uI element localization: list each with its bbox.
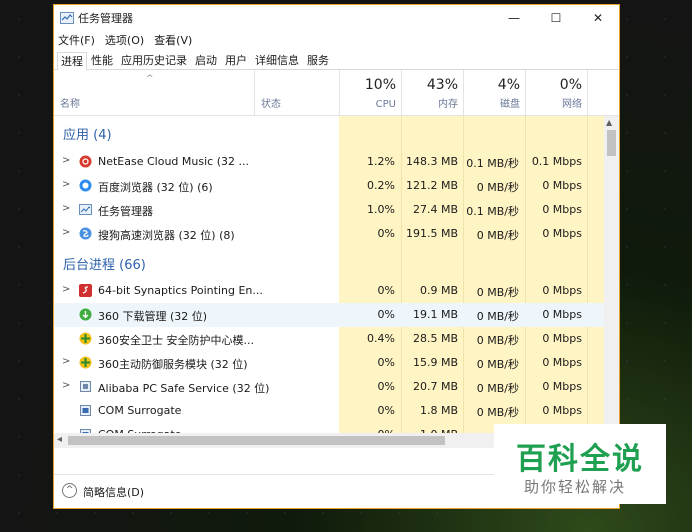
sogou-browser-icon [79,227,92,240]
360-safe-icon [79,332,92,345]
menu-view[interactable]: 查看(V) [154,32,192,48]
task-manager-icon [60,12,74,24]
synaptics-icon [79,284,92,297]
minimize-button[interactable]: — [493,5,535,31]
expand-chevron-icon[interactable]: > [62,179,70,190]
process-list: 应用 (4) > NetEase Cloud Music (32 ... 1.2… [54,116,619,448]
horizontal-scroll-thumb[interactable] [68,436,445,445]
table-row[interactable]: 360安全卫士 安全防护中心模... 0.4% 28.5 MB 0 MB/秒 0… [54,327,606,351]
chevron-up-icon[interactable]: ^ [62,483,77,498]
tab-strip: 进程 性能 应用历史记录 启动 用户 详细信息 服务 [54,49,619,70]
table-row[interactable]: 360 下载管理 (32 位) 0% 19.1 MB 0 MB/秒 0 Mbps [54,303,606,327]
watermark-logo: 百科全说 助你轻松解决 [494,424,666,504]
table-row[interactable]: > 360主动防御服务模块 (32 位) 0% 15.9 MB 0 MB/秒 0… [54,351,606,375]
alibaba-safe-icon [80,381,91,392]
column-header: ^ 名称 状态 10% CPU 43% 内存 4% 磁盘 0% 网络 [54,70,619,116]
scroll-up-icon[interactable]: ▲ [606,118,612,127]
expand-chevron-icon[interactable]: > [62,155,70,166]
sort-caret-icon: ^ [146,74,154,84]
tab-users[interactable]: 用户 [221,51,251,69]
group-header-apps[interactable]: 应用 (4) [54,116,606,143]
task-manager-icon [79,204,92,215]
scroll-left-icon[interactable]: ◂ [57,434,62,445]
vertical-scrollbar[interactable]: ▲ [604,116,619,448]
tab-services[interactable]: 服务 [303,51,333,69]
table-row[interactable]: COM Surrogate 0% 1.8 MB 0 MB/秒 0 Mbps [54,399,606,423]
group-header-background[interactable]: 后台进程 (66) [54,246,606,273]
netease-music-icon [79,155,92,168]
tab-app-history[interactable]: 应用历史记录 [117,51,191,69]
expand-chevron-icon[interactable]: > [62,284,70,295]
tab-details[interactable]: 详细信息 [251,51,303,69]
title-bar[interactable]: 任务管理器 — ☐ ✕ [54,5,619,31]
tab-performance[interactable]: 性能 [87,51,117,69]
expand-chevron-icon[interactable]: > [62,227,70,238]
expand-chevron-icon[interactable]: > [62,380,70,391]
header-cpu[interactable]: 10% CPU [339,70,402,115]
table-row[interactable]: > NetEase Cloud Music (32 ... 1.2% 148.3… [54,150,606,174]
table-row[interactable]: > Alibaba PC Safe Service (32 位) 0% 20.7… [54,375,606,399]
window-title: 任务管理器 [78,12,133,25]
360-download-icon [79,308,92,321]
baidu-browser-icon [79,179,92,192]
table-row[interactable]: > 搜狗高速浏览器 (32 位) (8) 0% 191.5 MB 0 MB/秒 … [54,222,606,246]
header-status[interactable]: 状态 [254,70,340,115]
vertical-scroll-thumb[interactable] [607,130,616,156]
tab-processes[interactable]: 进程 [57,52,87,70]
maximize-button[interactable]: ☐ [535,5,577,31]
expand-chevron-icon[interactable]: > [62,203,70,214]
header-network[interactable]: 0% 网络 [525,70,588,115]
menu-bar: 文件(F) 选项(O) 查看(V) [54,31,619,49]
menu-options[interactable]: 选项(O) [105,32,144,48]
menu-file[interactable]: 文件(F) [58,32,95,48]
header-disk[interactable]: 4% 磁盘 [463,70,526,115]
table-row[interactable]: > 百度浏览器 (32 位) (6) 0.2% 121.2 MB 0 MB/秒 … [54,174,606,198]
com-surrogate-icon [80,405,91,416]
expand-chevron-icon[interactable]: > [62,356,70,367]
header-name[interactable]: ^ 名称 [54,70,254,115]
fewer-details-button[interactable]: 简略信息(D) [83,484,144,500]
table-row[interactable]: > 任务管理器 1.0% 27.4 MB 0.1 MB/秒 0 Mbps [54,198,606,222]
table-row[interactable]: > 64-bit Synaptics Pointing En... 0% 0.9… [54,279,606,303]
tab-startup[interactable]: 启动 [191,51,221,69]
360-defense-icon [79,356,92,369]
header-memory[interactable]: 43% 内存 [401,70,464,115]
close-button[interactable]: ✕ [577,5,619,31]
header-extra [587,70,607,115]
